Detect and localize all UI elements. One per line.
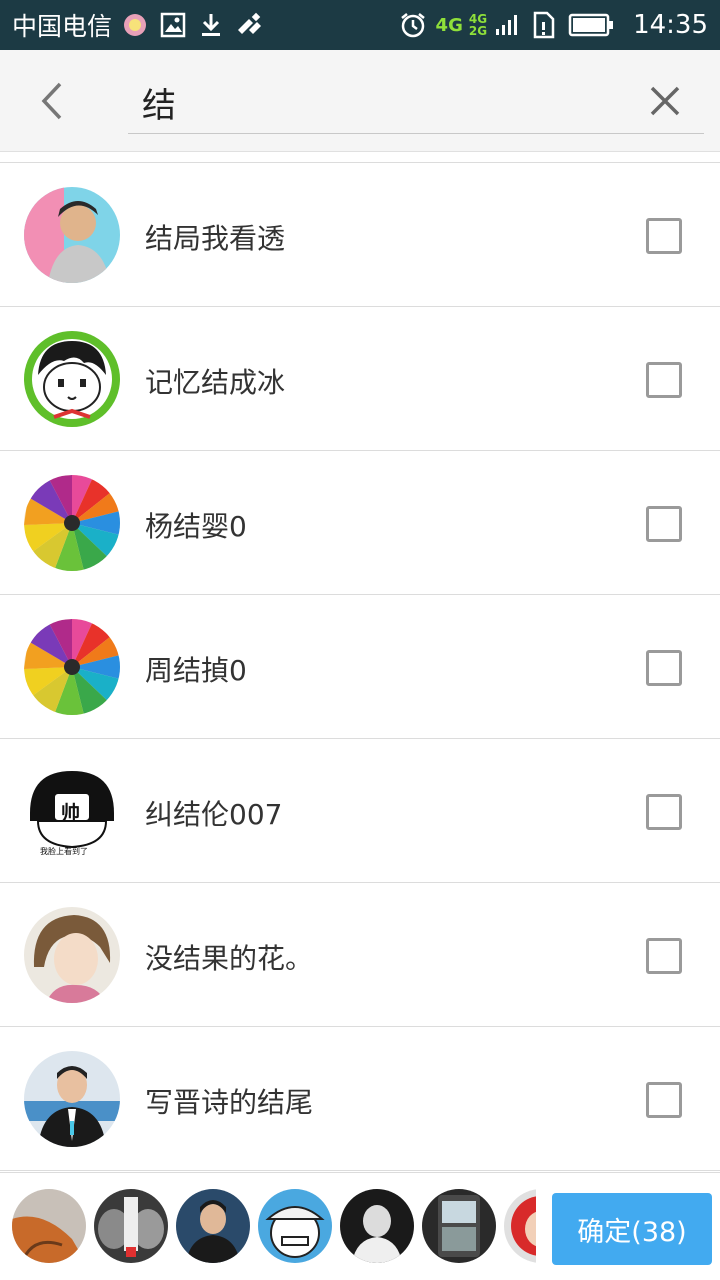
contact-row[interactable]: 周结揁0 [0,595,720,739]
contact-name: 杨结婴0 [145,510,247,543]
red-avatar[interactable] [504,1189,536,1263]
signal-icon [491,10,521,40]
photo-man-avatar[interactable] [176,1189,250,1263]
cartoon-boy-avatar [24,331,120,427]
confirm-button[interactable]: 确定(38) [552,1193,712,1265]
color-pencils-avatar [24,475,120,571]
contact-row[interactable]: 写晋诗的结尾 [0,1027,720,1171]
photo-suit-man-avatar [24,1051,120,1147]
color-pencils-avatar [24,619,120,715]
bw-photo-avatar[interactable] [340,1189,414,1263]
contact-name: 没结果的花。 [145,942,314,975]
contact-name: 结局我看透 [145,222,286,255]
contact-row[interactable]: 杨结婴0 [0,451,720,595]
battery-icon [567,10,615,40]
download-icon [196,10,226,40]
contact-row[interactable]: 帅 我脸上看到了 纠结伦007 [0,739,720,883]
network-secondary-bottom: 2G [468,24,488,38]
contact-checkbox[interactable] [646,218,682,254]
close-icon [650,86,680,116]
carrier-label: 中国电信 [12,12,113,41]
shuai-cartoon-avatar: 帅 我脸上看到了 [24,763,120,859]
contact-row[interactable]: 没结果的花。 [0,883,720,1027]
contact-row[interactable]: 结局我看透 [0,163,720,307]
photo-woman-avatar [24,907,120,1003]
contact-name: 写晋诗的结尾 [145,1086,314,1119]
sim-icon [529,10,559,40]
alarm-icon [398,10,428,40]
contact-checkbox[interactable] [646,794,682,830]
photo-man-avatar [24,187,120,283]
app-icon [120,10,150,40]
search-header [0,50,720,152]
contact-checkbox[interactable] [646,362,682,398]
image-icon [158,10,188,40]
contact-row[interactable]: 记忆结成冰 [0,307,720,451]
contact-list: 结局我看透 记忆结成冰 杨结婴0 周结揁0 帅 我脸上看到了 纠结伦007 没结… [0,162,720,1171]
phone-photo-avatar[interactable] [422,1189,496,1263]
selected-avatars-strip[interactable] [0,1173,536,1280]
search-input[interactable] [128,72,704,134]
contact-checkbox[interactable] [646,938,682,974]
contact-name: 纠结伦007 [145,798,283,831]
selected-contacts-bar: 确定(38) [0,1172,720,1280]
shuai-badge: 帅 [61,802,81,824]
back-button[interactable] [28,76,78,126]
clear-search-button[interactable] [640,76,690,126]
chevron-left-icon [41,82,62,120]
contact-name: 周结揁0 [145,654,247,687]
guitar-avatar[interactable] [12,1189,86,1263]
status-bar: 中国电信 4G 4G 2G 14:35 [0,0,720,50]
contact-name: 记忆结成冰 [145,366,286,399]
shuai-caption: 我脸上看到了 [40,847,88,856]
network-type-label: 4G [435,14,463,36]
contact-checkbox[interactable] [646,650,682,686]
clock-time: 14:35 [633,10,708,40]
cap-cartoon-avatar[interactable] [258,1189,332,1263]
tools-icon [234,10,264,40]
contact-checkbox[interactable] [646,506,682,542]
poster-avatar[interactable] [94,1189,168,1263]
contact-checkbox[interactable] [646,1082,682,1118]
network-secondary-label: 4G 2G [469,13,487,37]
